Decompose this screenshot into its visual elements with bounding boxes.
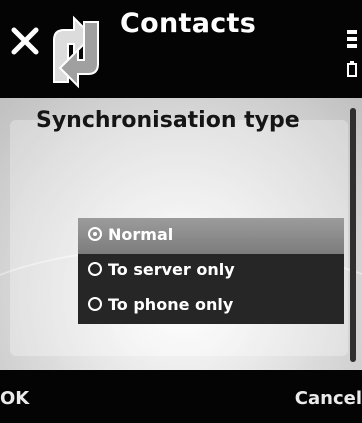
radio-selected-icon [88,227,102,241]
sync-arrows-icon [53,15,99,89]
options-list: Normal To server only To phone only [78,218,344,324]
ok-softkey[interactable]: OK [0,388,29,409]
cancel-softkey[interactable]: Cancel [295,388,362,409]
option-label: Normal [108,225,174,244]
radio-icon [88,297,102,311]
option-label: To server only [108,260,235,279]
option-label: To phone only [108,295,234,314]
close-icon[interactable] [10,26,40,56]
softkey-bar: OK Cancel [0,370,362,423]
radio-icon [88,262,102,276]
option-to-phone-only[interactable]: To phone only [78,288,344,324]
dialog-title: Synchronisation type [36,108,300,133]
signal-battery-icon [347,30,357,77]
scrollbar[interactable] [350,108,356,362]
option-normal[interactable]: Normal [78,218,344,254]
app-title: Contacts [120,8,257,39]
scrollbar-thumb[interactable] [350,108,356,362]
title-bar: Contacts [0,0,362,98]
option-to-server-only[interactable]: To server only [78,253,344,289]
